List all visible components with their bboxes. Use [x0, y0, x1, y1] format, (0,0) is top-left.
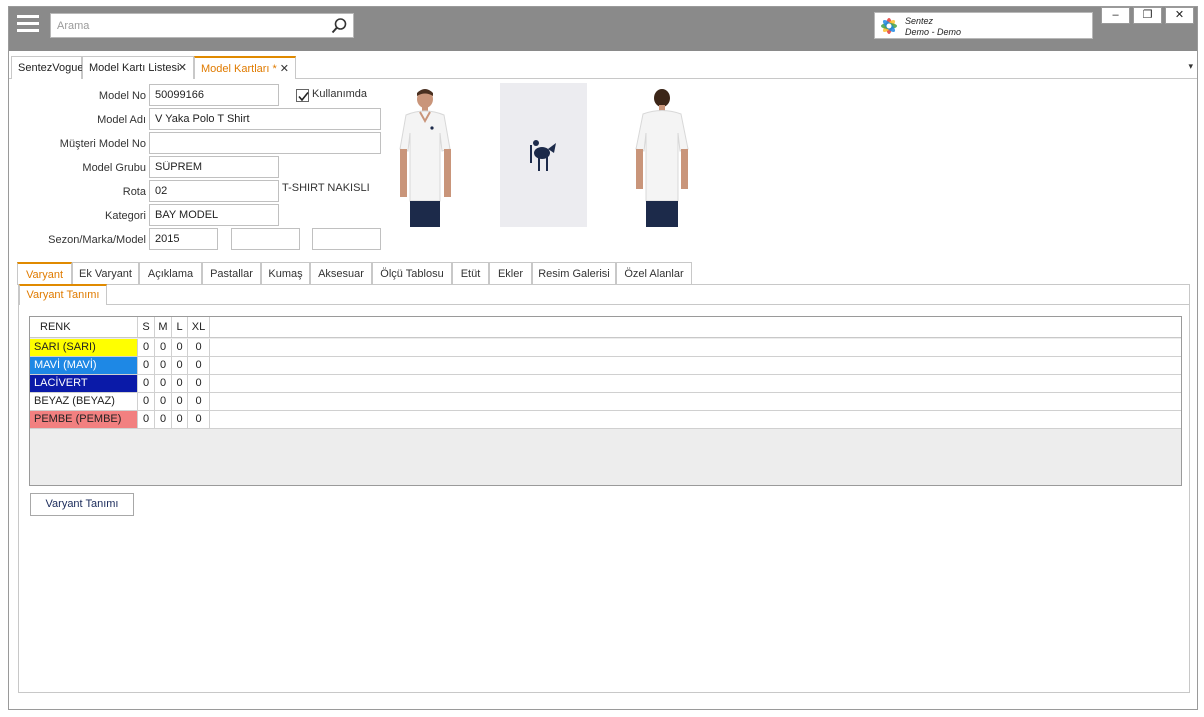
size-s-cell[interactable]: 0 — [138, 357, 155, 374]
in-use-label: Kullanımda — [312, 88, 368, 100]
menu-icon[interactable] — [17, 15, 39, 37]
size-xl-cell[interactable]: 0 — [188, 411, 210, 428]
tab-etut[interactable]: Etüt — [452, 262, 489, 285]
top-bar: Sentez Demo - Demo – ❐ ✕ — [9, 7, 1197, 51]
tab-ek-varyant[interactable]: Ek Varyant — [72, 262, 139, 285]
renk-cell[interactable]: BEYAZ (BEYAZ) — [30, 393, 138, 410]
doc-tab-label: Model Kartları * — [201, 63, 277, 75]
size-m-cell[interactable]: 0 — [155, 339, 172, 356]
doc-tab-label: SentezVogue — [18, 62, 84, 74]
sezon-field[interactable] — [149, 228, 218, 250]
table-row[interactable]: LACİVERT (LACİVERT) 0 0 0 0 — [30, 375, 1181, 406]
close-button[interactable]: ✕ — [1165, 7, 1194, 24]
size-l-cell[interactable]: 0 — [172, 411, 188, 428]
size-m-cell[interactable]: 0 — [155, 375, 172, 392]
tab-ozel-alanlar[interactable]: Özel Alanlar — [616, 262, 692, 285]
size-m-cell[interactable]: 0 — [155, 357, 172, 374]
musteri-model-no-field[interactable] — [149, 132, 381, 154]
tab-aksesuar[interactable]: Aksesuar — [310, 262, 372, 285]
close-icon[interactable]: ✕ — [280, 58, 289, 80]
size-xl-cell[interactable]: 0 — [188, 393, 210, 410]
kategori-field[interactable] — [149, 204, 279, 226]
tab-aciklama[interactable]: Açıklama — [139, 262, 202, 285]
company-logo-icon — [881, 18, 897, 34]
column-header-s[interactable]: S — [138, 317, 155, 337]
musteri-model-no-label: Müşteri Model No — [59, 138, 146, 150]
column-header-renk[interactable]: RENK — [30, 317, 138, 337]
restore-button[interactable]: ❐ — [1133, 7, 1162, 24]
product-photo-detail[interactable] — [500, 83, 587, 227]
search-icon[interactable] — [330, 17, 348, 35]
renk-cell[interactable]: LACİVERT (LACİVERT) — [30, 375, 138, 406]
grid-header: RENK S M L XL — [30, 317, 1181, 338]
model-no-field[interactable] — [149, 84, 279, 106]
renk-cell[interactable]: SARI (SARI) — [30, 339, 138, 356]
model-no-label: Model No — [98, 90, 146, 102]
size-l-cell[interactable]: 0 — [172, 375, 188, 392]
subtab-divider — [107, 304, 1189, 305]
size-xl-cell[interactable]: 0 — [188, 357, 210, 374]
doc-tab-label: Model Kartı Listesi — [89, 62, 180, 74]
subtab-varyant-tanimi[interactable]: Varyant Tanımı — [19, 284, 107, 305]
marka-field[interactable] — [231, 228, 300, 250]
rota-field[interactable] — [149, 180, 279, 202]
tab-ekler[interactable]: Ekler — [489, 262, 532, 285]
document-tabs: SentezVogue Model Kartı Listesi ✕ Model … — [9, 55, 1197, 79]
size-s-cell[interactable]: 0 — [138, 339, 155, 356]
table-row[interactable]: SARI (SARI) 0 0 0 0 — [30, 339, 1181, 357]
close-icon[interactable]: ✕ — [178, 57, 187, 79]
size-l-cell[interactable]: 0 — [172, 357, 188, 374]
sezon-marka-model-label: Sezon/Marka/Model — [48, 234, 146, 246]
company-name: Sentez — [905, 16, 934, 26]
tab-pastallar[interactable]: Pastallar — [202, 262, 261, 285]
table-row[interactable]: PEMBE (PEMBE) 0 0 0 0 — [30, 411, 1181, 429]
app-window: Sentez Demo - Demo – ❐ ✕ SentezVogue Mod… — [8, 6, 1198, 710]
size-xl-cell[interactable]: 0 — [188, 375, 210, 392]
size-l-cell[interactable]: 0 — [172, 339, 188, 356]
model-adi-field[interactable] — [149, 108, 381, 130]
company-database: Demo - Demo — [905, 27, 962, 37]
tab-kumas[interactable]: Kumaş — [261, 262, 310, 285]
kategori-label: Kategori — [105, 210, 146, 222]
size-s-cell[interactable]: 0 — [138, 411, 155, 428]
size-s-cell[interactable]: 0 — [138, 393, 155, 410]
table-row[interactable]: MAVİ (MAVİ) 0 0 0 0 — [30, 357, 1181, 375]
product-photo-front[interactable] — [382, 83, 469, 227]
column-header-xl[interactable]: XL — [188, 317, 210, 337]
size-m-cell[interactable]: 0 — [155, 393, 172, 410]
size-m-cell[interactable]: 0 — [155, 411, 172, 428]
doc-tab-model-karti-listesi[interactable]: Model Kartı Listesi ✕ — [82, 56, 194, 79]
rota-label: Rota — [122, 186, 146, 198]
model-grubu-label: Model Grubu — [82, 162, 146, 174]
model-adi-label: Model Adı — [97, 114, 146, 126]
search-box — [50, 13, 354, 38]
size-xl-cell[interactable]: 0 — [188, 339, 210, 356]
check-icon — [298, 92, 309, 102]
model-grubu-field[interactable] — [149, 156, 279, 178]
tab-resim-galerisi[interactable]: Resim Galerisi — [532, 262, 616, 285]
chevron-down-icon[interactable]: ▾ — [1188, 61, 1193, 72]
column-header-l[interactable]: L — [172, 317, 188, 337]
size-l-cell[interactable]: 0 — [172, 393, 188, 410]
renk-cell[interactable]: MAVİ (MAVİ) — [30, 357, 138, 374]
doc-tab-sentezvogue[interactable]: SentezVogue — [11, 56, 84, 79]
in-use-checkbox[interactable] — [296, 89, 309, 102]
tab-olcu-tablosu[interactable]: Ölçü Tablosu — [372, 262, 452, 285]
minimize-button[interactable]: – — [1101, 7, 1130, 24]
tab-varyant[interactable]: Varyant — [17, 262, 72, 285]
size-s-cell[interactable]: 0 — [138, 375, 155, 392]
search-input[interactable] — [51, 14, 321, 37]
varyant-tanimi-button[interactable]: Varyant Tanımı — [30, 493, 134, 516]
doc-tab-model-kartlari[interactable]: Model Kartları * ✕ — [194, 56, 296, 79]
variant-grid: RENK S M L XL SARI (SARI) 0 0 0 0 MAVİ (… — [29, 316, 1182, 486]
model-field[interactable] — [312, 228, 381, 250]
company-selector[interactable]: Sentez Demo - Demo — [874, 12, 1093, 39]
product-photo-back[interactable] — [618, 83, 705, 227]
table-row[interactable]: BEYAZ (BEYAZ) 0 0 0 0 — [30, 393, 1181, 411]
column-header-m[interactable]: M — [155, 317, 172, 337]
varyant-tab-panel: Varyant Tanımı RENK S M L XL SARI (SARI)… — [18, 284, 1190, 693]
renk-cell[interactable]: PEMBE (PEMBE) — [30, 411, 138, 428]
rota-description: T-SHIRT NAKISLI — [282, 182, 370, 194]
